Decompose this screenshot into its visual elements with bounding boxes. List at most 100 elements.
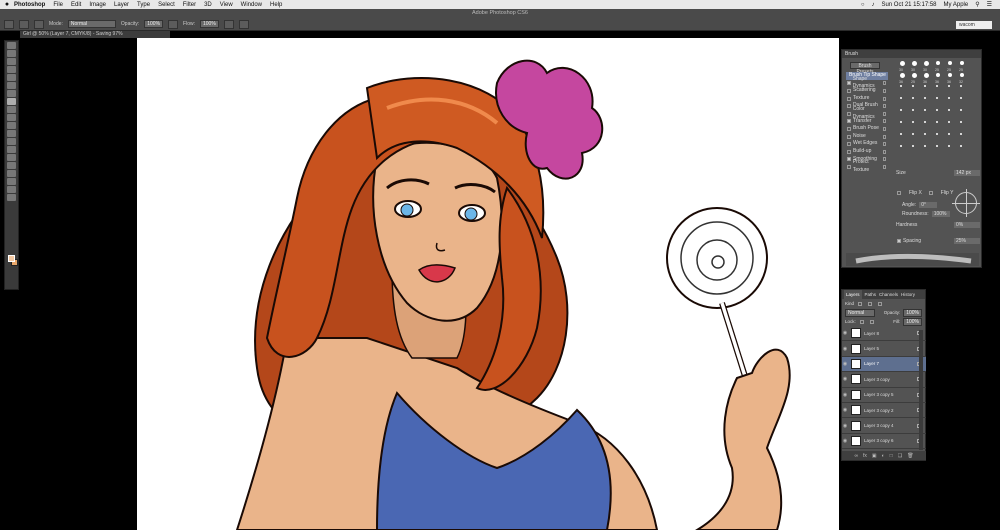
brush-tip[interactable] — [936, 61, 940, 65]
filter-type-icon[interactable] — [878, 301, 883, 306]
lock-icon[interactable] — [883, 111, 886, 116]
layer-name[interactable]: Layer 3 copy 5 — [864, 392, 894, 397]
brush-option-8[interactable]: Noise — [846, 133, 888, 141]
brush-tip[interactable] — [912, 109, 914, 111]
brush-tip[interactable] — [900, 145, 902, 147]
brush-tip[interactable] — [900, 73, 905, 78]
brush-option-checkbox[interactable] — [847, 96, 851, 101]
lock-icon[interactable] — [883, 119, 886, 124]
angle-compass-widget[interactable] — [952, 189, 980, 217]
pressure-opacity-icon[interactable] — [168, 19, 179, 29]
document-canvas[interactable] — [137, 38, 839, 530]
apple-icon[interactable]: ● — [0, 1, 14, 8]
layer-row[interactable]: ◉ Layer 3 copy 4 — [842, 418, 926, 434]
brush-tip[interactable] — [924, 73, 929, 78]
visibility-eye-icon[interactable]: ◉ — [842, 346, 848, 352]
lock-icon[interactable] — [883, 157, 886, 162]
crop-tool-icon[interactable] — [7, 74, 16, 81]
history-brush-tool-icon[interactable] — [7, 114, 16, 121]
link-layers-icon[interactable]: ∞ — [854, 453, 858, 459]
brush-tip[interactable] — [960, 85, 962, 87]
mask-icon[interactable]: ▣ — [872, 453, 877, 459]
brush-tip[interactable] — [912, 145, 914, 147]
app-menu[interactable]: Photoshop — [14, 2, 45, 8]
brush-tip[interactable] — [936, 133, 938, 135]
brush-tool-icon[interactable] — [7, 98, 16, 105]
brush-option-checkbox[interactable] — [847, 157, 851, 162]
clock[interactable]: Sun Oct 21 15:17:58 — [881, 2, 936, 8]
healing-tool-icon[interactable] — [7, 90, 16, 97]
brush-tip[interactable] — [912, 73, 917, 78]
brush-tip[interactable] — [900, 121, 902, 123]
blend-mode-select[interactable]: Normal — [845, 308, 875, 317]
brush-option-checkbox[interactable] — [847, 149, 851, 154]
brush-tip[interactable] — [900, 109, 902, 111]
brush-tip[interactable] — [960, 97, 962, 99]
layer-thumbnail[interactable] — [851, 374, 861, 385]
brush-tip[interactable] — [936, 85, 938, 87]
menu-image[interactable]: Image — [89, 2, 106, 8]
brush-tip-grid[interactable]: 30 30 30 25 25 25 36 25 36 36 36 32 — [896, 59, 974, 164]
layers-scrollbar[interactable] — [919, 330, 923, 450]
filter-pixel-icon[interactable] — [858, 301, 863, 306]
search-icon[interactable]: ⚲ — [975, 1, 979, 8]
wifi-icon[interactable]: ○ — [861, 2, 865, 8]
layer-name[interactable]: Layer 7 — [864, 361, 879, 366]
brush-tip[interactable] — [948, 121, 950, 123]
layer-thumbnail[interactable] — [851, 358, 861, 369]
lock-icon[interactable] — [883, 134, 886, 139]
brush-tip[interactable] — [924, 61, 929, 66]
layer-thumbnail[interactable] — [851, 435, 861, 446]
filter-kind-select[interactable]: Kind — [845, 301, 854, 306]
blur-tool-icon[interactable] — [7, 138, 16, 145]
layer-name[interactable]: Layer 3 copy 6 — [864, 438, 894, 443]
layer-opacity-field[interactable]: 100% — [903, 308, 922, 317]
brush-tip[interactable] — [936, 121, 938, 123]
brush-tip[interactable] — [936, 109, 938, 111]
type-tool-icon[interactable] — [7, 162, 16, 169]
tab-channels[interactable]: Channels — [879, 290, 898, 299]
brush-option-5[interactable]: Color Dynamics — [846, 106, 888, 120]
brush-panel-title[interactable]: Brush — [842, 50, 981, 58]
brush-option-1[interactable]: Shape Dynamics — [846, 76, 888, 89]
brush-tip[interactable] — [960, 145, 962, 147]
lock-icon[interactable] — [883, 81, 887, 86]
brush-option-12[interactable]: Protect Texture — [846, 159, 888, 173]
tab-layers[interactable]: Layers — [844, 290, 862, 299]
brush-tip[interactable] — [900, 61, 905, 66]
brush-tip[interactable] — [936, 97, 938, 99]
brush-tip[interactable] — [900, 85, 902, 87]
menu-list-icon[interactable]: ☰ — [987, 1, 992, 8]
adjustment-icon[interactable]: ◐ — [882, 453, 885, 459]
filter-adjustment-icon[interactable] — [868, 301, 873, 306]
brush-tip[interactable] — [960, 61, 964, 65]
brush-tip[interactable] — [948, 109, 950, 111]
brush-tip[interactable] — [960, 109, 962, 111]
layer-thumbnail[interactable] — [851, 420, 861, 431]
brush-tip[interactable] — [924, 109, 926, 111]
zoom-tool-icon[interactable] — [7, 194, 16, 201]
opacity-field[interactable]: 100% — [144, 20, 164, 28]
brush-size-picker[interactable] — [19, 19, 29, 29]
brush-tip[interactable] — [912, 121, 914, 123]
volume-icon[interactable]: ♪ — [871, 2, 874, 8]
brush-tip[interactable] — [948, 97, 950, 99]
brush-option-checkbox[interactable] — [847, 134, 851, 139]
marquee-tool-icon[interactable] — [7, 50, 16, 57]
brush-tip[interactable] — [912, 61, 917, 66]
brush-tip[interactable] — [900, 97, 902, 99]
layer-name[interactable]: Layer 3 copy 2 — [864, 408, 894, 413]
eyedropper-tool-icon[interactable] — [7, 82, 16, 89]
flip-x-checkbox[interactable] — [897, 191, 901, 195]
brush-option-3[interactable]: Texture — [846, 95, 888, 103]
layer-thumbnail[interactable] — [851, 328, 861, 339]
layer-row[interactable]: ◉ Layer 8 — [842, 326, 926, 342]
roundness-field[interactable]: 100% — [931, 211, 950, 217]
pen-tool-icon[interactable] — [7, 154, 16, 161]
lasso-tool-icon[interactable] — [7, 58, 16, 65]
brush-tip[interactable] — [936, 73, 940, 77]
brush-tip[interactable] — [948, 133, 950, 135]
lock-icon[interactable] — [883, 88, 886, 93]
airbrush-icon[interactable] — [223, 19, 234, 29]
brush-tip[interactable] — [948, 61, 952, 65]
